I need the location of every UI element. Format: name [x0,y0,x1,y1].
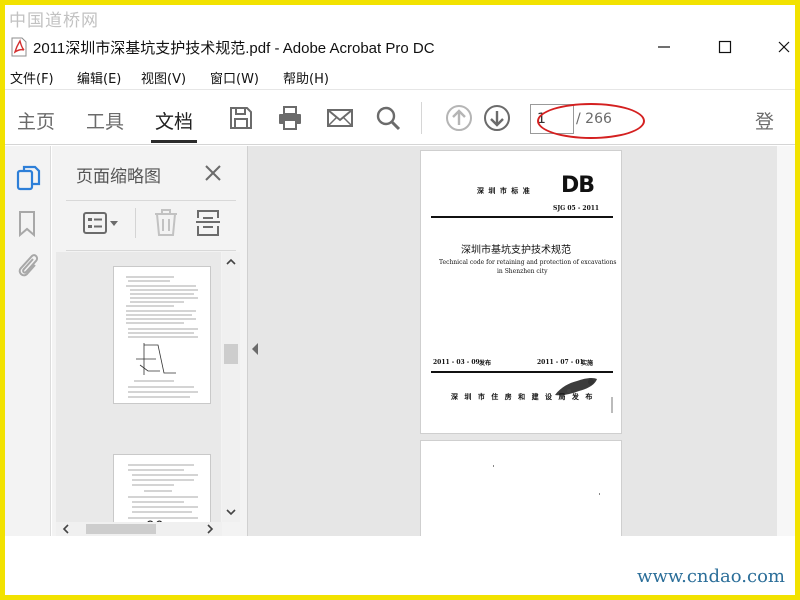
save-icon[interactable] [227,104,255,132]
main-toolbar: 主页 工具 文档 1 / 266 登 [5,89,795,145]
page-up-icon[interactable] [445,104,473,132]
bookmark-icon[interactable] [17,210,37,238]
page-thumbnail-91[interactable] [113,454,211,522]
scroll-up-icon[interactable] [225,256,237,268]
close-icon[interactable] [775,38,793,56]
cover-title-cn: 深圳市基坑支护技术规范 [461,245,571,256]
scroll-down-icon[interactable] [225,506,237,518]
watermark-top: 中国道桥网 [9,11,99,31]
page-dot [493,465,494,467]
thumbnail-horizontal-scrollbar[interactable] [56,522,222,536]
login-link[interactable]: 登 [755,107,774,134]
cover-title-en-1: Technical code for retaining and protect… [439,259,617,266]
watermark-bottom: www.cndao.com [637,566,785,587]
page-thumbnail-90[interactable] [113,266,211,404]
thumbnail-vertical-scrollbar[interactable] [222,252,240,522]
menu-window[interactable]: 窗口(W) [210,68,259,87]
cover-mark [611,397,613,413]
thumbnails-icon[interactable] [15,164,41,192]
highlight-ellipse-annotation [537,103,645,139]
close-icon[interactable] [204,164,222,182]
menu-edit[interactable]: 编辑(E) [77,68,121,87]
page-down-icon[interactable] [483,104,511,132]
cover-standard-label: 深 圳 市 标 准 [477,186,531,195]
tab-home[interactable]: 主页 [17,107,55,134]
navigation-rail [5,146,51,536]
window-title: 2011深圳市深基坑支护技术规范.pdf - Adobe Acrobat Pro… [33,40,435,57]
minimize-icon[interactable] [655,38,673,56]
document-vertical-scrollbar[interactable] [777,146,795,536]
tool-separator [135,208,136,238]
menu-file[interactable]: 文件(F) [10,68,54,87]
options-icon[interactable] [82,208,122,238]
scroll-left-icon[interactable] [60,523,72,535]
document-page-cover: 深 圳 市 标 准 DB SJG 05 - 2011 深圳市基坑支护技术规范 T… [420,150,622,434]
panel-title: 页面缩略图 [76,167,161,187]
scroll-right-icon[interactable] [204,523,216,535]
collapse-arrow-icon[interactable] [250,342,260,356]
maximize-icon[interactable] [716,38,734,56]
thumbnail-content [128,464,198,519]
cover-effective-date: 2011 - 07 - 01 [537,359,584,366]
screenshot-frame: 中国道桥网 2011深圳市深基坑支护技术规范.pdf - Adobe Acrob… [5,5,795,595]
panel-divider [66,250,236,251]
document-page-2 [420,440,622,536]
cover-title-en-2: in Shenzhen city [497,268,548,275]
scroll-thumb[interactable] [224,344,238,364]
toolbar-separator [421,102,422,134]
delete-icon[interactable] [152,208,180,238]
panel-splitter[interactable] [248,146,262,536]
menu-help[interactable]: 帮助(H) [283,68,329,87]
cover-rule-top [431,216,613,218]
thumbnails-panel: 页面缩略图 [52,146,248,536]
cover-effective-word: 实施 [581,360,594,367]
menu-bar: 文件(F) 编辑(E) 视图(V) 窗口(W) 帮助(H) [5,65,795,89]
thumbnail-list: 90 [56,252,221,522]
document-viewer: 深 圳 市 标 准 DB SJG 05 - 2011 深圳市基坑支护技术规范 T… [262,146,777,536]
cover-code: SJG 05 - 2011 [553,205,600,212]
mail-icon[interactable] [326,104,354,132]
active-tab-indicator [151,140,197,143]
menu-view[interactable]: 视图(V) [141,68,186,87]
tab-tools[interactable]: 工具 [86,107,124,134]
attachment-icon[interactable] [15,250,41,280]
cover-publisher: 深 圳 市 住 房 和 建 设 局 发 布 [451,392,595,401]
thumbnail-content [126,276,198,398]
page-dot [599,493,600,495]
cover-db-logo: DB [561,173,595,198]
cover-issue-date: 2011 - 03 - 09 [433,359,480,366]
title-bar: 2011深圳市深基坑支护技术规范.pdf - Adobe Acrobat Pro… [5,30,795,64]
pdf-file-icon [11,37,27,57]
tab-document[interactable]: 文档 [155,107,193,134]
panel-divider [66,200,236,201]
print-icon[interactable] [276,104,304,132]
cover-issue-word: 发布 [479,360,492,367]
scroll-thumb[interactable] [86,524,156,534]
extract-icon[interactable] [194,208,222,238]
search-icon[interactable] [374,104,402,132]
